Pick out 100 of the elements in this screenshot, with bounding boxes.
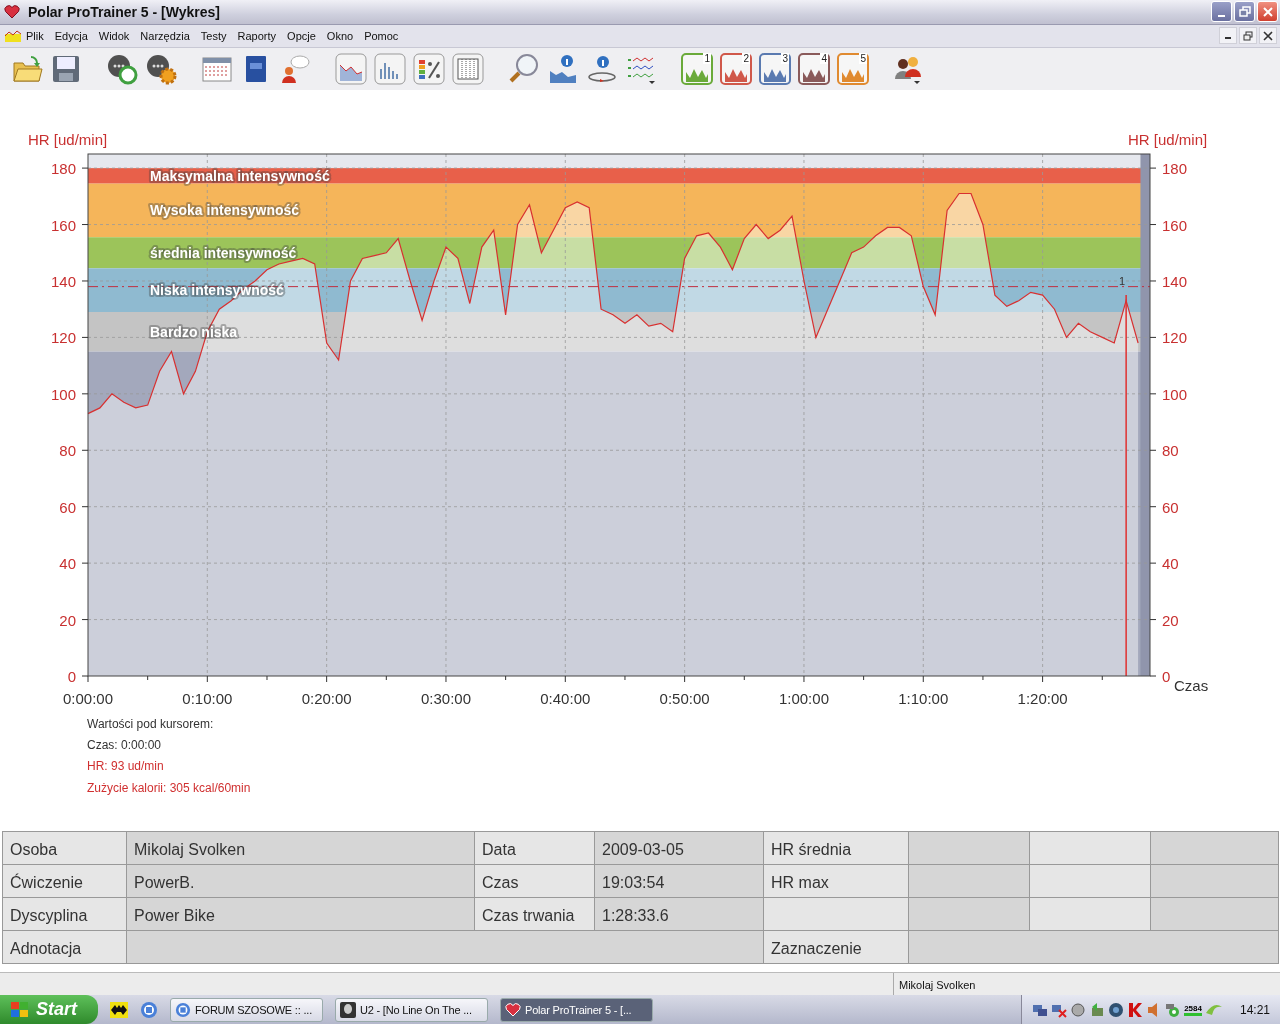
taskbar-button[interactable]: Polar ProTrainer 5 - [...: [500, 997, 653, 1022]
table-cell: 1:28:33.6: [595, 898, 764, 931]
percent-icon[interactable]: [413, 52, 445, 85]
zone-label: Maksymalna intensywność: [150, 167, 330, 184]
x-tick-label: 0:20:00: [301, 689, 352, 707]
cursor-value-text: Zużycie kalorii: 305 kcal/60min: [87, 779, 251, 797]
table-cell: Mikolaj Svolken: [127, 832, 475, 865]
y-tick-label: 140: [50, 272, 76, 290]
table-cell: Data: [475, 832, 595, 865]
table-cell: Czas trwania: [475, 898, 595, 931]
taskbar-button[interactable]: FORUM SZOSOWE :: ...: [170, 997, 323, 1022]
table-cell: Ćwiczenie: [3, 865, 127, 898]
table-cell: 19:03:54: [595, 865, 764, 898]
y-axis-label: HR [ud/min]: [28, 130, 108, 148]
minimize-icon: [1218, 15, 1225, 18]
clock: 14:21: [1239, 1002, 1270, 1017]
browser-icon[interactable]: [140, 1000, 158, 1019]
y-tick-label: 20: [59, 611, 76, 629]
bat-icon[interactable]: [110, 1001, 128, 1018]
y-tick-label: 40: [1162, 555, 1179, 573]
browser-icon: [175, 1001, 191, 1018]
minimize-icon: [1225, 37, 1231, 40]
bar-chart-icon[interactable]: [374, 52, 406, 85]
x-tick-label: 0:50:00: [659, 689, 710, 707]
chat-gear-icon[interactable]: [145, 52, 177, 85]
marker-label: 1: [1119, 274, 1126, 287]
table-cell: HR max: [764, 865, 909, 898]
y-tick-label: 100: [1162, 385, 1188, 403]
x-tick-label: 1:10:00: [898, 689, 949, 707]
table-icon[interactable]: [452, 52, 484, 85]
x-tick-label: 1:20:00: [1017, 689, 1068, 707]
sync-device-icon[interactable]: [1089, 1001, 1106, 1018]
restore-button[interactable]: [1239, 27, 1257, 45]
zone-chart-button[interactable]: 4: [798, 52, 830, 85]
zone-label: Wysoka intensywność: [150, 202, 300, 219]
table-cell: Power Bike: [127, 898, 475, 931]
menu-item[interactable]: Edycja: [49, 29, 94, 42]
menu-item[interactable]: Narzędzia: [135, 29, 196, 42]
zone-label: średnia intensywność: [150, 244, 297, 261]
menu-item[interactable]: Plik: [21, 29, 50, 42]
line-chart-icon[interactable]: [335, 52, 367, 85]
y-tick-label: 120: [1162, 329, 1188, 347]
cursor-value-text: Czas: 0:00:00: [87, 737, 163, 755]
restore-icon: [1243, 30, 1253, 41]
zone-chart-button[interactable]: 3: [759, 52, 791, 85]
webcam-icon[interactable]: [1165, 1001, 1182, 1018]
y-tick-label: 180: [50, 160, 76, 177]
restore-icon: [1238, 6, 1251, 18]
cursor-value-text: Wartości pod kursorem:: [87, 715, 215, 733]
x-tick-label: 0:30:00: [420, 689, 471, 707]
y-tick-label: 140: [1162, 272, 1188, 290]
x-tick-label: 0:10:00: [182, 689, 233, 707]
close-icon: [1261, 6, 1274, 18]
windows-logo-icon: [10, 1000, 30, 1019]
x-tick-label: 1:00:00: [778, 689, 829, 707]
tray-counter[interactable]: 2584: [1184, 1003, 1202, 1016]
chart-icon[interactable]: [5, 29, 21, 42]
close-icon: [1263, 30, 1273, 41]
table-cell: HR średnia: [764, 832, 909, 865]
chat-sync-icon[interactable]: [106, 52, 138, 85]
table-cell: 2009-03-05: [595, 832, 764, 865]
table-cell: Dyscyplina: [3, 898, 127, 931]
table-cell: PowerB.: [127, 865, 475, 898]
y-tick-label: 80: [1162, 442, 1179, 460]
menu-item[interactable]: Pomoc: [359, 29, 405, 42]
zoom-icon[interactable]: [508, 52, 540, 85]
heart-icon: [505, 1002, 521, 1017]
minimize-button[interactable]: [1219, 27, 1237, 45]
x-tick-label: 0:40:00: [540, 689, 591, 707]
table-cell: Osoba: [3, 832, 127, 865]
y-tick-label: 60: [1162, 498, 1179, 516]
table-cell: Adnotacja: [3, 931, 127, 964]
menu-item[interactable]: Okno: [321, 29, 360, 42]
zone-chart-button[interactable]: 5: [837, 52, 869, 85]
cursor-value-text: HR: 93 ud/min: [87, 758, 165, 776]
menu-item[interactable]: Testy: [195, 29, 233, 42]
x-axis-label: Czas: [1174, 676, 1209, 694]
zone-chart-button[interactable]: 2: [720, 52, 752, 85]
status-text: Mikolaj Svolken: [898, 978, 976, 993]
table-cell: Czas: [475, 865, 595, 898]
y-tick-label: 180: [1162, 160, 1188, 177]
window-title: Polar ProTrainer 5 - [Wykres]: [28, 4, 220, 20]
taskbar-button[interactable]: U2 - [No Line On The ...: [335, 997, 488, 1022]
person-speech-icon[interactable]: [279, 52, 311, 85]
heart-icon: [4, 5, 20, 19]
info-chart-icon[interactable]: [547, 52, 579, 85]
y-tick-label: 80: [59, 442, 76, 460]
disc-icon[interactable]: [1070, 1001, 1087, 1018]
y-tick-label: 160: [50, 216, 76, 234]
menu-item[interactable]: Raporty: [232, 29, 283, 42]
antivirus-icon[interactable]: [1127, 1001, 1144, 1018]
zone-chart-button[interactable]: 1: [681, 52, 713, 85]
y-tick-label: 160: [1162, 216, 1188, 234]
close-button[interactable]: [1259, 27, 1277, 45]
globe-icon[interactable]: [1108, 1001, 1125, 1018]
y-tick-label: 0: [1162, 667, 1171, 685]
menu-item[interactable]: Opcje: [282, 29, 322, 42]
y-tick-label: 120: [50, 329, 76, 347]
menu-item[interactable]: Widok: [93, 29, 136, 42]
y-tick-label: 60: [59, 498, 76, 516]
